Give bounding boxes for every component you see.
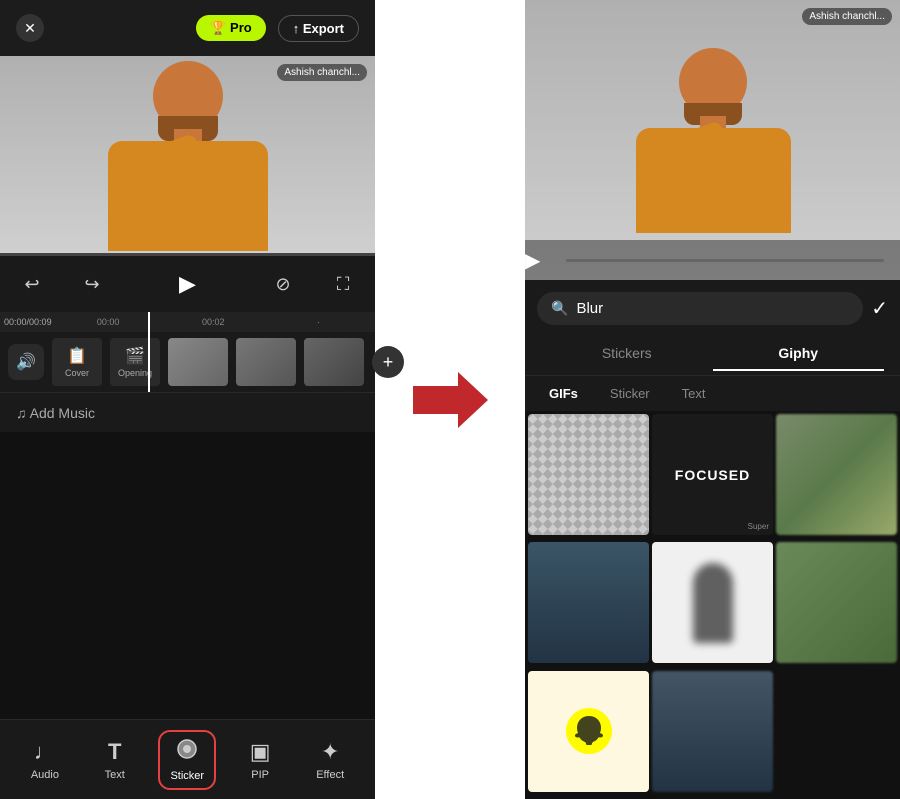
- thumb-content-3: [304, 338, 364, 386]
- track-thumb-2[interactable]: [236, 338, 296, 386]
- tab-giphy[interactable]: Giphy: [713, 337, 885, 371]
- audio-label: Audio: [31, 769, 59, 781]
- author-tag-right: Ashish chanchl...: [802, 8, 892, 25]
- pro-button[interactable]: 🏆 Pro: [196, 15, 265, 41]
- arrow-body: [413, 386, 458, 414]
- tool-effect[interactable]: ✦ Effect: [304, 731, 356, 789]
- tool-sticker[interactable]: Sticker: [158, 730, 216, 790]
- sticker-icon: [176, 738, 198, 766]
- thumb-content-2: [236, 338, 296, 386]
- search-area: 🔍 Blur ✓: [525, 280, 900, 333]
- gif-cell-2[interactable]: FOCUSED Super: [652, 414, 773, 535]
- video-content-left: [0, 56, 375, 256]
- gif-grid: FOCUSED Super: [525, 411, 900, 799]
- tool-audio[interactable]: ♩ Audio: [19, 731, 71, 789]
- right-panel: Ashish chanchl... ▶ 🔍 Blur ✓ Stickers Gi…: [525, 0, 900, 799]
- track-thumb-3[interactable]: [304, 338, 364, 386]
- tool-pip[interactable]: ▣ PIP: [238, 731, 283, 789]
- thumb-content-1: [168, 338, 228, 386]
- tab-stickers[interactable]: Stickers: [541, 337, 713, 371]
- track-thumb-1[interactable]: [168, 338, 228, 386]
- gif-cell-6[interactable]: [776, 542, 897, 663]
- export-button[interactable]: ↑ Export: [278, 15, 359, 42]
- sub-tab-sticker[interactable]: Sticker: [602, 382, 658, 405]
- header: ✕ 🏆 Pro ↑ Export: [0, 0, 375, 56]
- ruler-mark-1: 00:02: [161, 317, 266, 327]
- gif-cell-5[interactable]: [652, 542, 773, 663]
- gif-cell-8[interactable]: [652, 671, 773, 792]
- right-play-button[interactable]: ▶: [525, 248, 540, 273]
- add-music-label: ♫ Add Music: [16, 405, 95, 421]
- blur-figure: [693, 563, 733, 643]
- opening-label: Opening: [118, 368, 152, 378]
- cover-track[interactable]: 📋 Cover: [52, 338, 102, 386]
- ruler-mark-2: ·: [266, 317, 371, 327]
- focused-label: Super: [748, 522, 769, 531]
- search-value: Blur: [576, 300, 603, 317]
- timeline-area: 00:00/00:09 00:00 00:02 · 🔊 📋 Cover 🎬 Op…: [0, 312, 375, 392]
- audio-track-button[interactable]: 🔊: [8, 344, 44, 380]
- pip-label: PIP: [251, 769, 269, 781]
- effect-label: Effect: [316, 769, 344, 781]
- pip-icon: ▣: [250, 739, 271, 765]
- video-preview-left: Ashish chanchl...: [0, 56, 375, 256]
- fullscreen-button[interactable]: ⛶: [327, 268, 359, 300]
- left-panel: ✕ 🏆 Pro ↑ Export Ashish chanchl...: [0, 0, 375, 799]
- redo-button[interactable]: ↪: [76, 268, 108, 300]
- timeline-ruler: 00:00/00:09 00:00 00:02 ·: [0, 312, 375, 332]
- search-input-wrap[interactable]: 🔍 Blur: [537, 292, 863, 325]
- focused-text: FOCUSED: [675, 467, 750, 483]
- timecode-display: 00:00/00:09: [4, 317, 52, 327]
- video-preview-right: Ashish chanchl... ▶: [525, 0, 900, 280]
- right-play-overlay: ▶: [525, 240, 900, 280]
- sub-tab-gifs[interactable]: GIFs: [541, 382, 586, 405]
- right-person-figure: [623, 48, 803, 233]
- arrow-shape: [413, 372, 488, 428]
- author-tag-left: Ashish chanchl...: [277, 64, 367, 81]
- close-button[interactable]: ✕: [16, 14, 44, 42]
- add-clip-button[interactable]: +: [372, 346, 404, 378]
- audio-icon: ♩: [34, 739, 56, 765]
- video-content-right: [525, 0, 900, 280]
- cover-label: Cover: [65, 368, 89, 378]
- arrow-divider: [375, 0, 525, 799]
- sticker-label: Sticker: [170, 770, 204, 782]
- ruler-mark-0: 00:00: [56, 317, 161, 327]
- focused-content: FOCUSED: [675, 467, 750, 483]
- gif-cell-3[interactable]: [776, 414, 897, 535]
- arrow-head: [458, 372, 488, 428]
- confirm-button[interactable]: ✓: [871, 296, 888, 321]
- timeline-cursor: [148, 312, 150, 392]
- play-button[interactable]: ▶: [170, 266, 206, 302]
- tabs-row: Stickers Giphy: [525, 333, 900, 376]
- sub-tabs-row: GIFs Sticker Text: [525, 376, 900, 411]
- snapchat-icon: [564, 706, 614, 756]
- empty-space: [0, 432, 375, 719]
- tool-text[interactable]: T Text: [93, 731, 137, 789]
- gif-cell-1[interactable]: [528, 414, 649, 535]
- person-body: [108, 141, 268, 251]
- sub-tab-text[interactable]: Text: [674, 382, 714, 405]
- add-music-bar[interactable]: ♫ Add Music: [0, 392, 375, 432]
- text-label: Text: [105, 769, 125, 781]
- search-icon: 🔍: [551, 300, 568, 317]
- bottom-toolbar: ♩ Audio T Text Sticker ▣ PIP ✦ Effect: [0, 719, 375, 799]
- gif-cell-4[interactable]: [528, 542, 649, 663]
- timeline-tracks: 🔊 📋 Cover 🎬 Opening +: [0, 332, 375, 392]
- opening-track[interactable]: 🎬 Opening: [110, 338, 160, 386]
- camera-off-button[interactable]: ⊘: [267, 268, 299, 300]
- progress-bar-left: [0, 253, 375, 256]
- controls-bar: ↩ ↪ ▶ ⊘ ⛶: [0, 256, 375, 312]
- undo-button[interactable]: ↩: [16, 268, 48, 300]
- text-icon: T: [108, 739, 121, 765]
- effect-icon: ✦: [321, 739, 339, 765]
- right-progress-bar: [566, 259, 884, 262]
- right-person-body: [636, 128, 791, 233]
- gif-cell-7[interactable]: [528, 671, 649, 792]
- person-figure: [88, 61, 288, 251]
